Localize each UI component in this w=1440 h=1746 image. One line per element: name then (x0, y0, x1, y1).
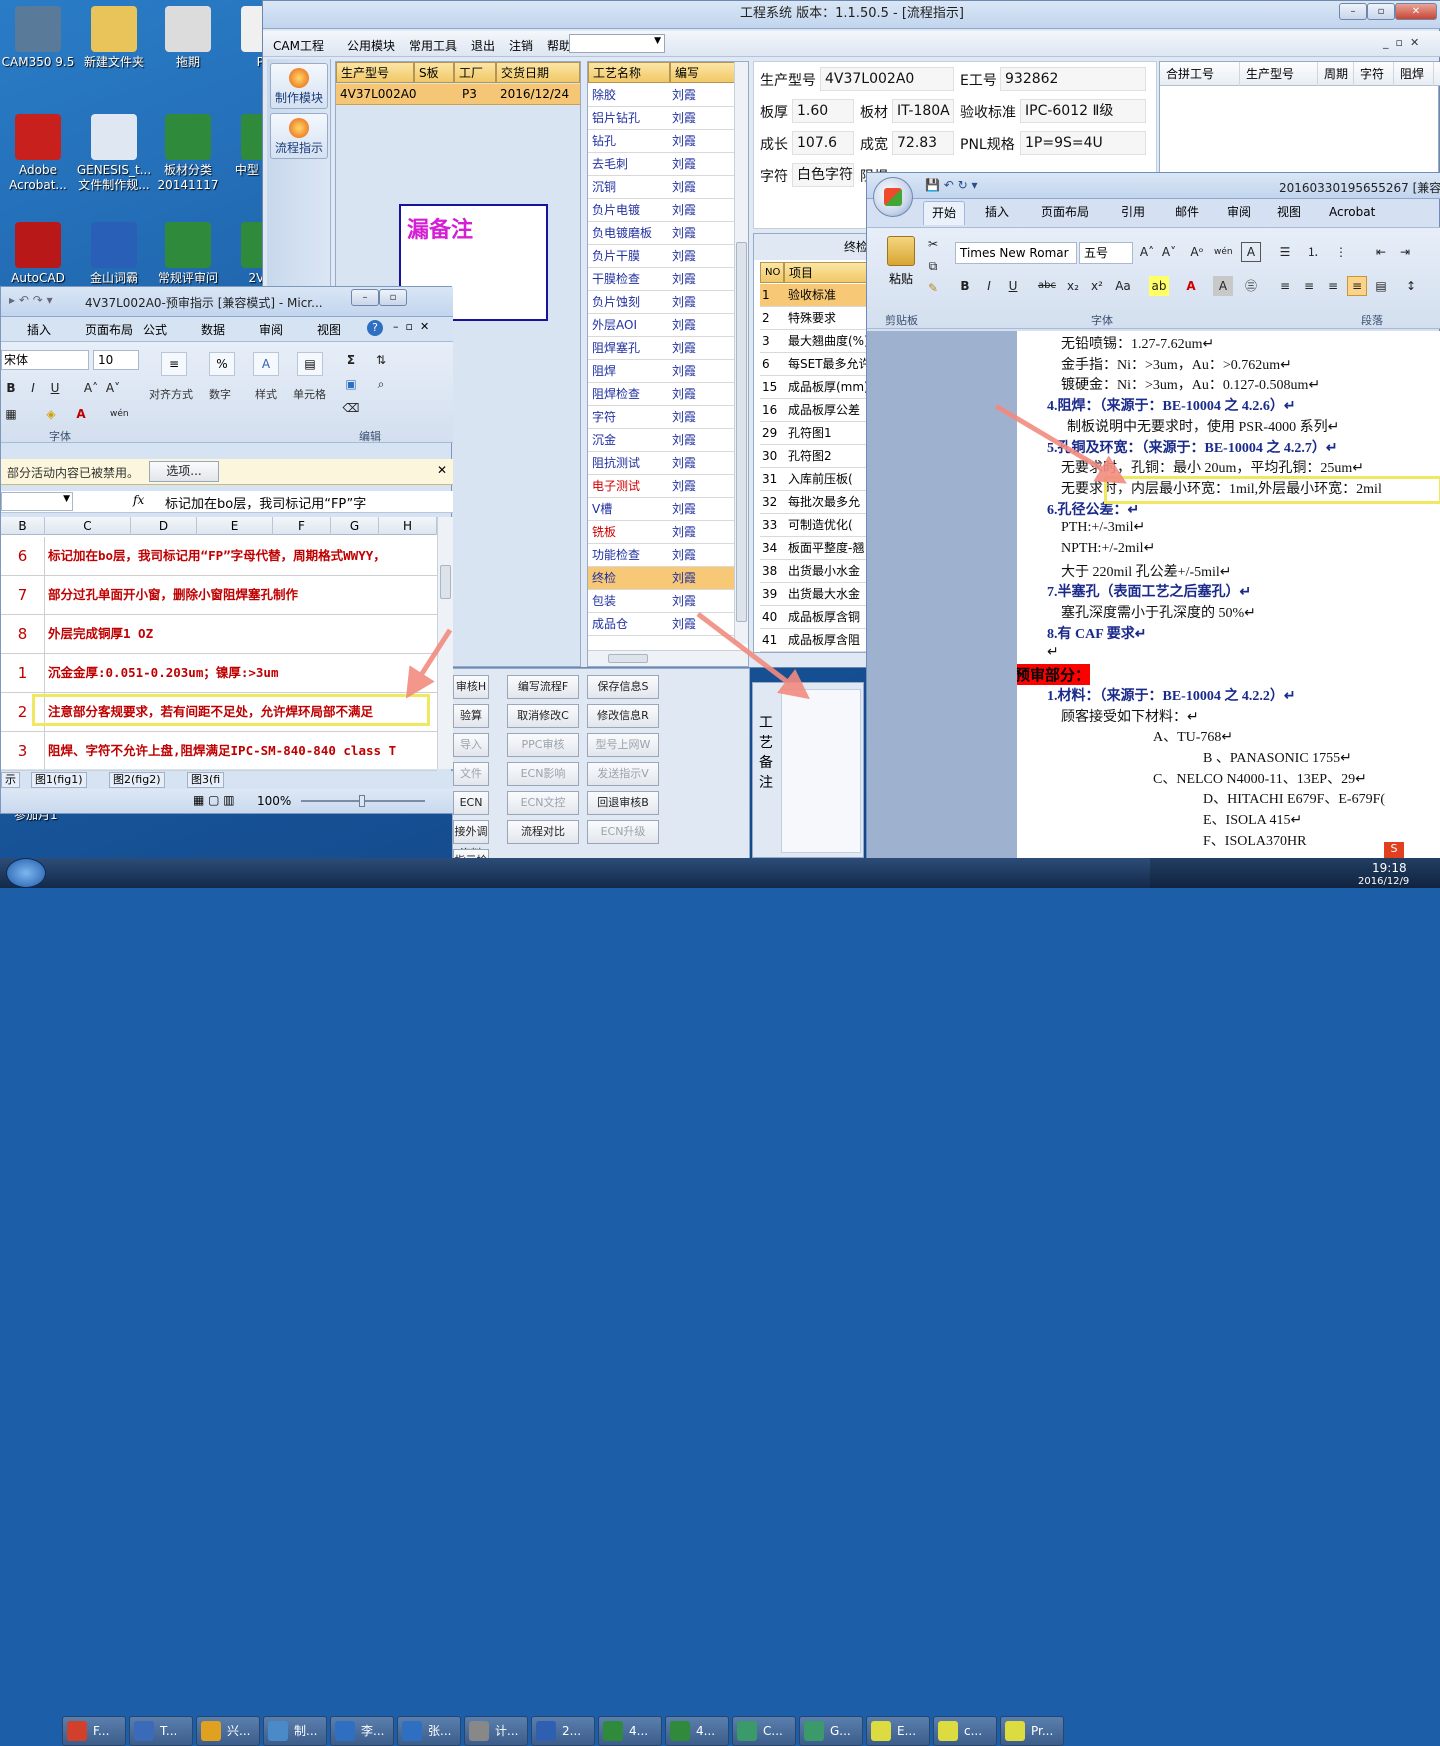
taskbar-item[interactable]: Pr... (1000, 1716, 1064, 1746)
taskbar-app-icon (737, 1721, 757, 1741)
taskbar-item[interactable]: c... (933, 1716, 997, 1746)
taskbar-app-icon (268, 1721, 288, 1741)
taskbar-item-label: 4... (629, 1724, 649, 1738)
taskbar-item-label: E... (897, 1724, 917, 1738)
taskbar-item-label: 2... (562, 1724, 582, 1738)
taskbar-item-label: F... (93, 1724, 110, 1738)
taskbar-item-label: Pr... (1031, 1724, 1054, 1738)
taskbar-app-icon (871, 1721, 891, 1741)
taskbar-item-label: T... (160, 1724, 178, 1738)
taskbar-item[interactable]: C... (732, 1716, 796, 1746)
sogou-icon[interactable]: S (1384, 842, 1404, 858)
taskbar-item-label: c... (964, 1724, 983, 1738)
arrow-excel (405, 628, 453, 699)
taskbar-app-icon (938, 1721, 958, 1741)
taskbar-item-label: 4... (696, 1724, 716, 1738)
taskbar-item-label: 张... (428, 1724, 452, 1738)
taskbar-item-label: 制... (294, 1724, 318, 1738)
taskbar-item[interactable]: 计... (464, 1716, 528, 1746)
taskbar-item[interactable]: E... (866, 1716, 930, 1746)
taskbar-item[interactable]: 4... (665, 1716, 729, 1746)
annotation-arrows (405, 403, 1127, 700)
taskbar-item-label: 兴... (227, 1724, 251, 1738)
taskbar-item-label: 计... (495, 1724, 519, 1738)
taskbar-item[interactable]: 2... (531, 1716, 595, 1746)
taskbar-item[interactable]: T... (129, 1716, 193, 1746)
taskbar-app-icon (804, 1721, 824, 1741)
taskbar-item[interactable]: 制... (263, 1716, 327, 1746)
taskbar-app-icon (536, 1721, 556, 1741)
taskbar-item-label: G... (830, 1724, 851, 1738)
arrow-memo (696, 612, 810, 700)
taskbar-item-label: 李... (361, 1724, 385, 1738)
clock-date[interactable]: 2016/12/9 (1358, 876, 1409, 888)
taskbar-app-icon (67, 1721, 87, 1741)
taskbar-app-icon (1005, 1721, 1025, 1741)
office-logo-icon (884, 188, 902, 206)
taskbar-item-label: C... (763, 1724, 783, 1738)
taskbar-app-icon (201, 1721, 221, 1741)
clock-time[interactable]: 19:18 (1372, 861, 1407, 875)
taskbar-app-icon (670, 1721, 690, 1741)
office-button[interactable] (873, 177, 913, 217)
taskbar-item[interactable]: 李... (330, 1716, 394, 1746)
taskbar-item[interactable]: F... (62, 1716, 126, 1746)
taskbar-app-icon (603, 1721, 623, 1741)
taskbar-item[interactable]: G... (799, 1716, 863, 1746)
taskbar-app-icon (134, 1721, 154, 1741)
taskbar-app-icon (469, 1721, 489, 1741)
taskbar-item[interactable]: 兴... (196, 1716, 260, 1746)
taskbar-item[interactable]: 4... (598, 1716, 662, 1746)
taskbar-item[interactable]: 张... (397, 1716, 461, 1746)
taskbar-app-icon (402, 1721, 422, 1741)
start-button[interactable] (6, 858, 46, 888)
taskbar: F... T... 兴... 制... 李... 张... 计... 2... 4... 4...… (0, 842, 1440, 1746)
taskbar-app-icon (335, 1721, 355, 1741)
system-tray: S 19:18 2016/12/9 (1150, 842, 1440, 888)
arrow-word (994, 403, 1127, 484)
